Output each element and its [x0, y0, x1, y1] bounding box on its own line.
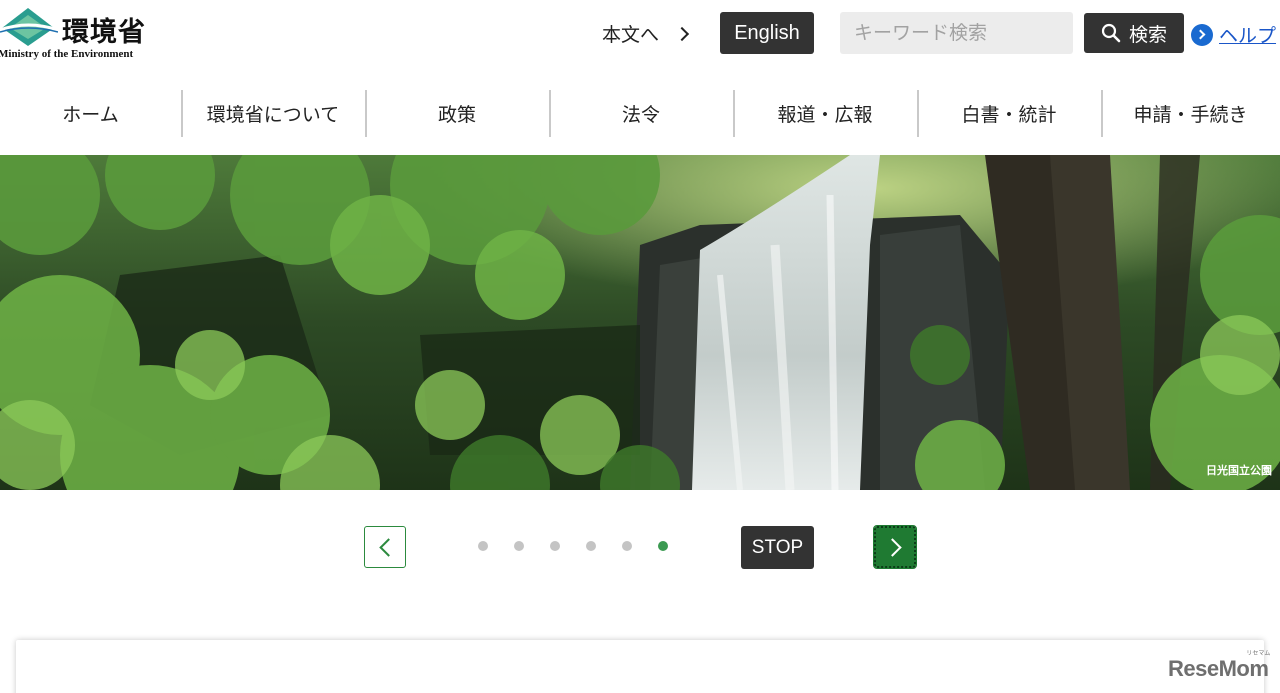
content-card [16, 640, 1264, 693]
carousel-dot[interactable] [550, 541, 560, 551]
carousel-dot[interactable] [586, 541, 596, 551]
hero-image-caption: 日光国立公園 [1206, 464, 1272, 477]
nav-item-label: ホーム [62, 103, 119, 126]
carousel-dot[interactable] [478, 541, 488, 551]
logo-mark-icon [0, 8, 58, 46]
carousel-dot[interactable] [514, 541, 524, 551]
help-link[interactable]: ヘルプ [1191, 21, 1276, 48]
chevron-right-icon [674, 26, 690, 41]
skip-link-label: 本文へ [602, 24, 660, 46]
nav-item-label: 法令 [621, 103, 660, 126]
carousel-prev-button[interactable] [364, 526, 406, 568]
search-icon [1101, 23, 1121, 43]
carousel-dots [478, 541, 668, 551]
site-header: 環境省 Ministry of the Environment 本文へ Engl… [0, 0, 1280, 70]
carousel-stop-button[interactable]: STOP [741, 526, 814, 569]
watermark-text: ReseMom [1168, 656, 1269, 681]
nav-item-press[interactable]: 報道・広報 [733, 88, 917, 138]
chevron-right-icon [882, 537, 902, 557]
logo-japanese-name: 環境省 [62, 17, 146, 48]
carousel-next-button[interactable] [873, 525, 917, 569]
resemom-watermark: ReseMom リセマム [1168, 651, 1270, 682]
nav-item-home[interactable]: ホーム [0, 88, 181, 138]
site-logo[interactable]: 環境省 Ministry of the Environment [0, 4, 160, 62]
search-button-label: 検索 [1128, 23, 1167, 46]
nav-item-whitepaper[interactable]: 白書・統計 [917, 88, 1101, 138]
skip-to-content-link[interactable]: 本文へ [602, 20, 690, 47]
nav-item-label: 白書・統計 [961, 103, 1057, 126]
chevron-left-icon [378, 537, 398, 557]
nav-item-law[interactable]: 法令 [549, 88, 733, 138]
nav-item-about[interactable]: 環境省について [181, 88, 365, 138]
logo-english-name: Ministry of the Environment [0, 48, 134, 60]
nav-item-label: 政策 [437, 103, 476, 126]
carousel-dot-active[interactable] [658, 541, 668, 551]
search-input[interactable] [840, 12, 1073, 54]
watermark-subtext: リセマム [1246, 651, 1271, 657]
help-link-label: ヘルプ [1219, 25, 1277, 47]
nav-item-application[interactable]: 申請・手続き [1101, 88, 1280, 138]
english-button[interactable]: English [720, 12, 814, 54]
hero-waterfall-image [0, 155, 1280, 490]
nav-item-label: 申請・手続き [1133, 103, 1248, 126]
nav-item-policy[interactable]: 政策 [365, 88, 549, 138]
carousel-dot[interactable] [622, 541, 632, 551]
global-nav: ホーム 環境省について 政策 法令 報道・広報 白書・統計 申請・手続き [0, 88, 1280, 140]
nav-item-label: 環境省について [206, 103, 340, 126]
hero-slideshow: 日光国立公園 [0, 155, 1280, 490]
chevron-circle-right-icon [1191, 23, 1213, 46]
nav-item-label: 報道・広報 [777, 103, 873, 126]
search-button[interactable]: 検索 [1084, 13, 1184, 53]
